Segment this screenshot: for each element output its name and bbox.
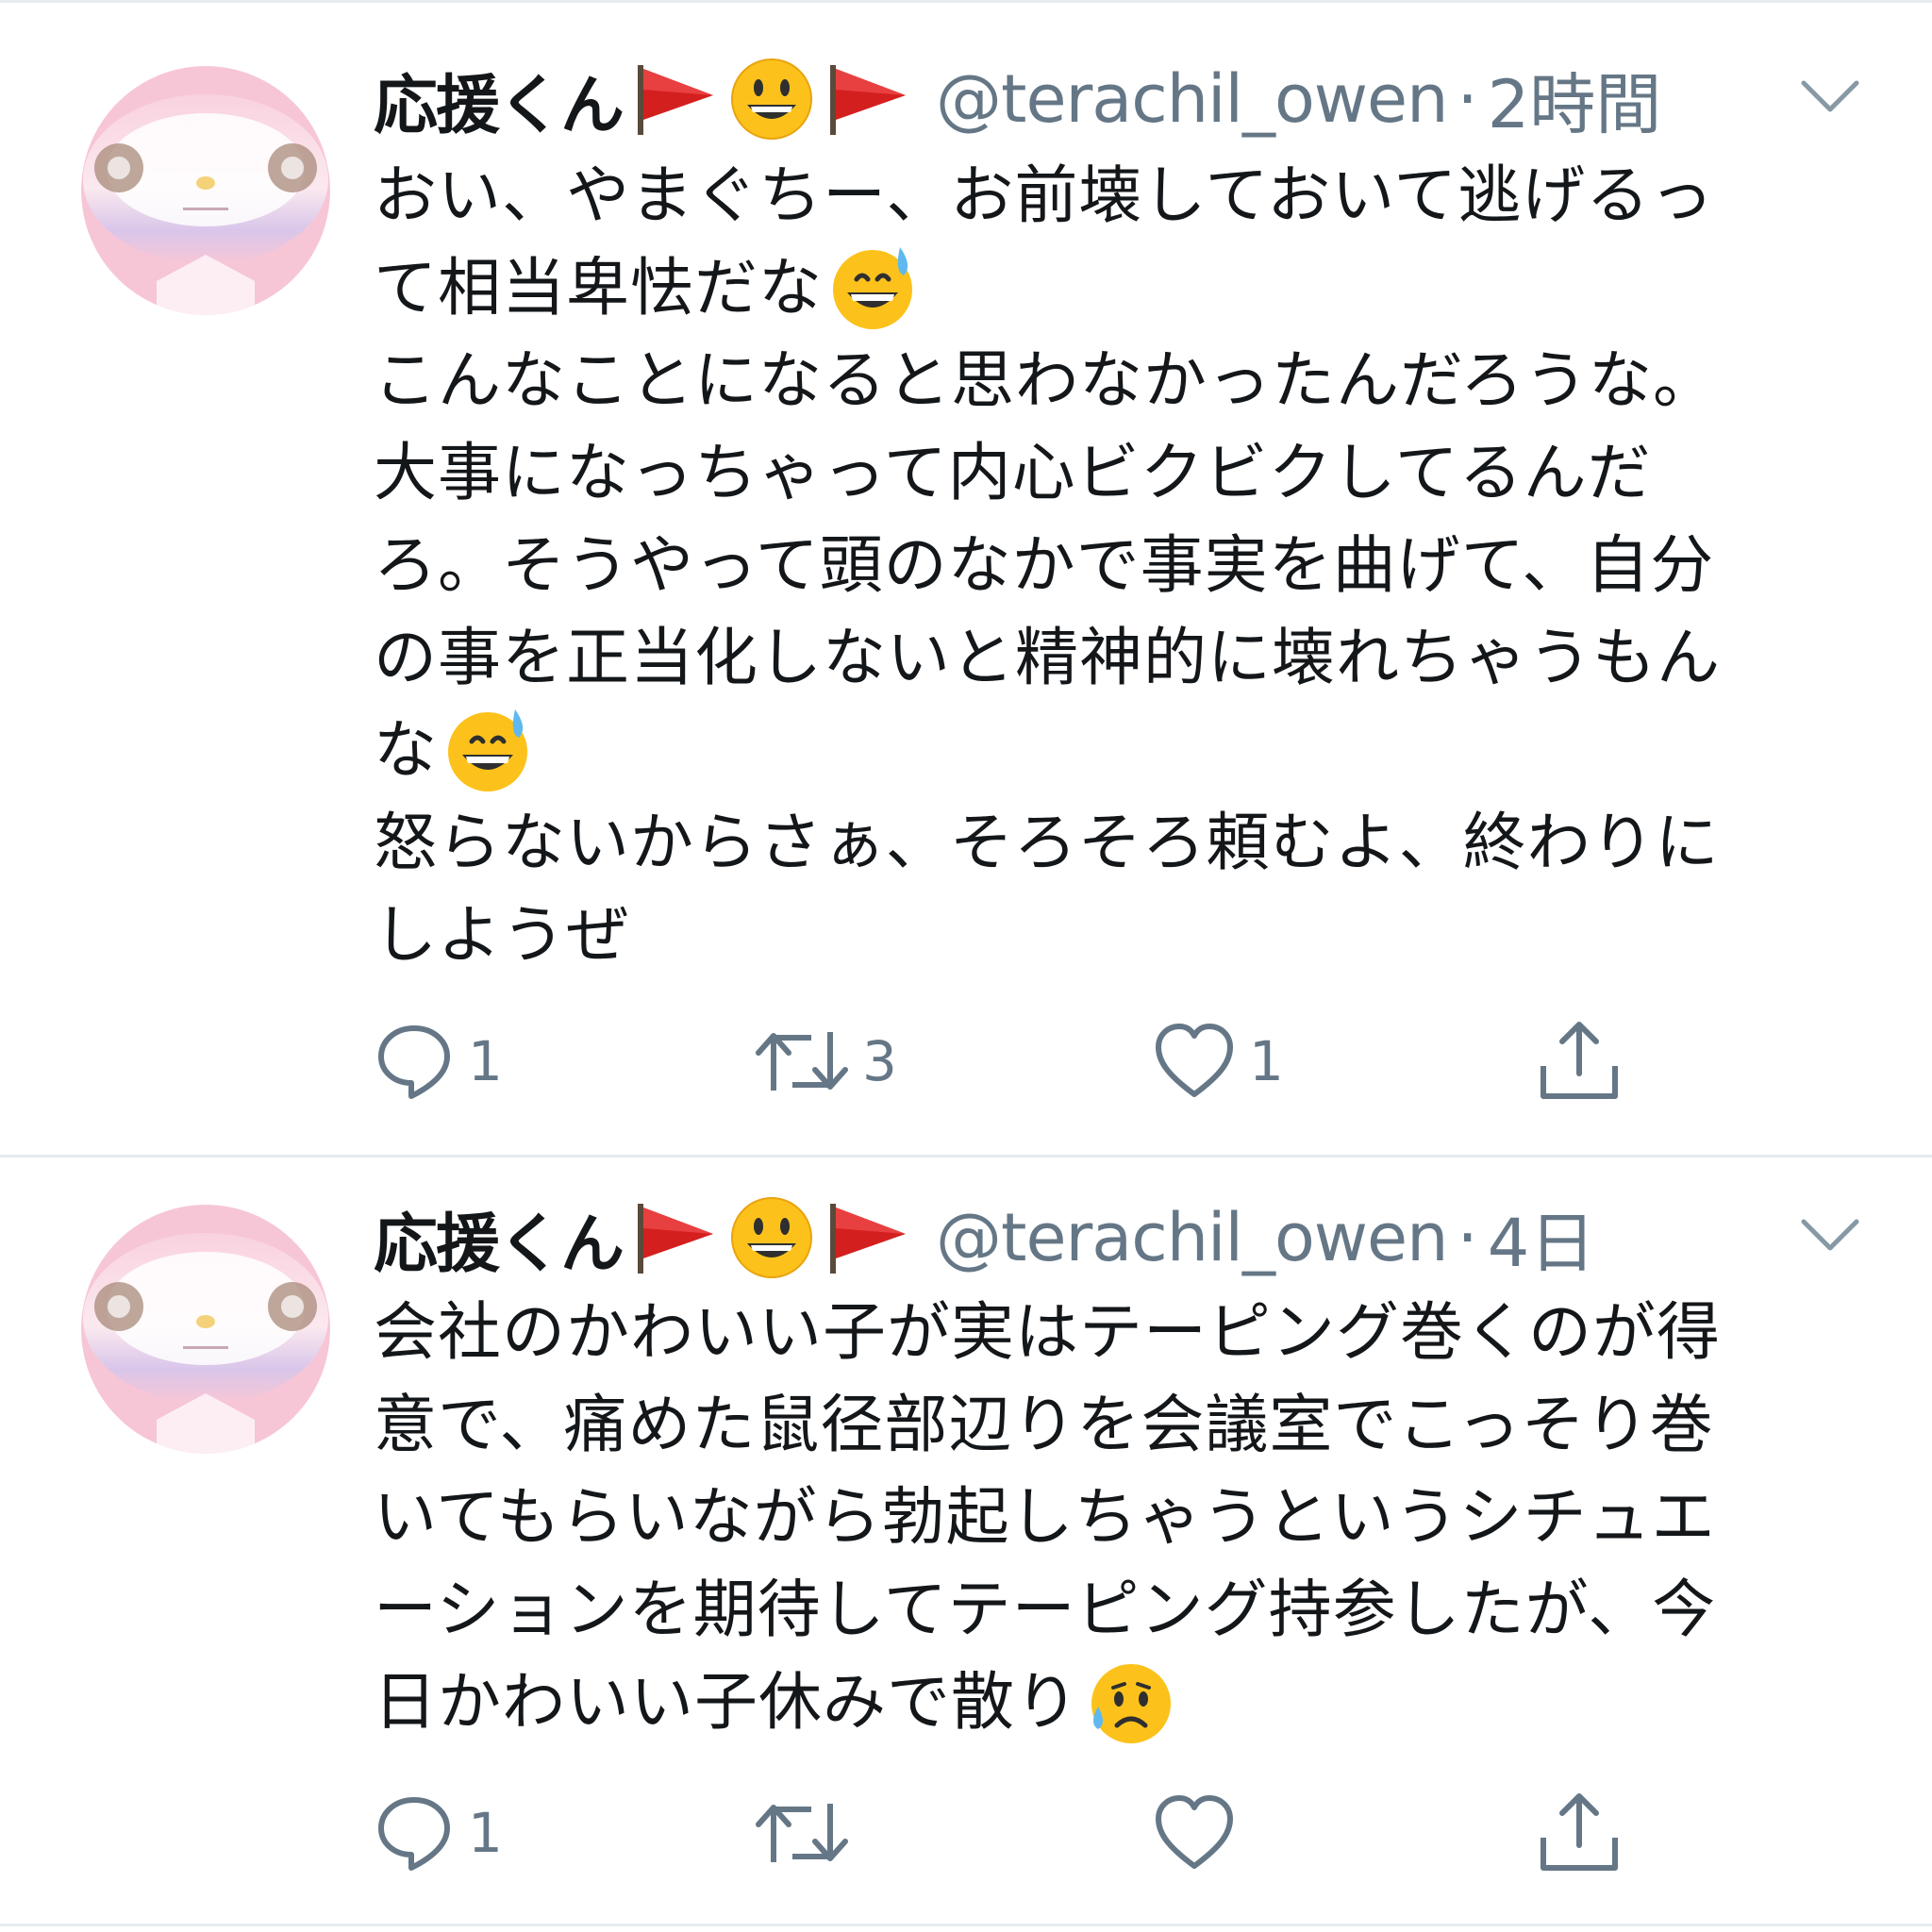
reply-button[interactable]: 1	[374, 1014, 503, 1108]
text-line: 日かわいい子休みで散り	[374, 1656, 1807, 1748]
text-line: 意で、痛めた鼠径部辺りを会議室でこっそり巻	[374, 1388, 1714, 1461]
reply-count: 1	[468, 1029, 503, 1093]
share-icon	[1541, 1793, 1618, 1871]
handle[interactable]: @terachil_owen	[936, 60, 1448, 138]
share-button[interactable]	[1538, 1786, 1621, 1880]
tweet-header: 応援くん	[374, 1186, 1595, 1290]
text-line: こんなことになると思わなかったんだろうな。	[374, 343, 1717, 417]
text-line: な	[374, 704, 1807, 796]
chevron-down-icon[interactable]	[1792, 1208, 1868, 1265]
grinning-face-icon	[728, 56, 815, 142]
like-count: 1	[1249, 1029, 1284, 1093]
tweet-actions: 1 3 1	[374, 1014, 1845, 1108]
avatar[interactable]	[81, 66, 330, 315]
display-name[interactable]: 応援くん	[374, 53, 625, 146]
share-button[interactable]	[1538, 1014, 1621, 1108]
tweet[interactable]: 応援くん	[0, 0, 1932, 1155]
text-segment: 日かわいい子休みで散り	[374, 1665, 1079, 1739]
tweet-header: 応援くん	[374, 47, 1661, 151]
text-segment: な	[374, 713, 438, 787]
heart-icon	[1156, 1795, 1233, 1869]
tweet[interactable]: 応援くん	[0, 1158, 1932, 1927]
text-line: 怒らないからさぁ、そろそろ頼むよ、終わりに	[374, 806, 1720, 879]
grinning-sweat-icon	[443, 706, 532, 794]
text-line: て相当卑怯だな	[374, 242, 1807, 334]
retweet-icon	[756, 1032, 848, 1091]
reply-count: 1	[468, 1801, 503, 1865]
text-line: おい、やまぐちー、お前壊しておいて逃げるっ	[374, 158, 1715, 232]
like-button[interactable]: 1	[1153, 1014, 1284, 1108]
text-line: 会社のかわいい子が実はテーピング巻くのが得	[374, 1295, 1721, 1369]
tweet-text: おい、やまぐちー、お前壊しておいて逃げるっ て相当卑怯だな こんなことになると思…	[374, 149, 1807, 981]
tweet-text: 会社のかわいい子が実はテーピング巻くのが得 意で、痛めた鼠径部辺りを会議室でこっ…	[374, 1286, 1807, 1748]
timeline: 応援くん @terachil_owen · 2時間 おい、やまぐちー、お前壊して…	[0, 0, 1932, 1932]
red-flag-icon	[632, 61, 719, 137]
tweet-actions: 1	[374, 1786, 1845, 1880]
share-icon	[1541, 1022, 1618, 1099]
retweet-button[interactable]: 3	[755, 1014, 897, 1108]
text-line: の事を正当化しないと精神的に壊れちゃうもん	[374, 621, 1721, 694]
text-line: しようぜ	[374, 898, 630, 972]
reply-icon	[378, 1025, 450, 1099]
text-line: ーションを期待してテーピング持参したが、今	[374, 1573, 1717, 1646]
retweet-icon	[756, 1804, 848, 1862]
sad-sweat-icon	[1085, 1657, 1174, 1746]
avatar[interactable]	[81, 1205, 330, 1454]
text-line: ろ。そうやって頭のなかで事実を曲げて、自分	[374, 528, 1715, 602]
text-line: いてもらいながら勃起しちゃうというシチュエ	[374, 1480, 1716, 1554]
grinning-face-icon	[728, 1194, 815, 1281]
retweet-count: 3	[862, 1029, 897, 1093]
grinning-sweat-icon	[828, 243, 917, 332]
reply-icon	[378, 1797, 450, 1871]
handle[interactable]: @terachil_owen	[936, 1199, 1448, 1276]
red-flag-icon	[824, 1200, 911, 1275]
timestamp[interactable]: 2時間	[1488, 52, 1662, 147]
red-flag-icon	[632, 1200, 719, 1275]
heart-icon	[1156, 1024, 1233, 1097]
timestamp[interactable]: 4日	[1488, 1191, 1596, 1286]
chevron-down-icon[interactable]	[1792, 70, 1868, 126]
separator-dot: ·	[1457, 60, 1478, 138]
text-segment: て相当卑怯だな	[374, 251, 823, 325]
bottom-divider	[0, 1924, 1932, 1926]
display-name[interactable]: 応援くん	[374, 1191, 625, 1285]
text-line: 大事になっちゃって内心ビクビクしてるんだ	[374, 436, 1652, 509]
reply-button[interactable]: 1	[374, 1786, 503, 1880]
separator-dot: ·	[1457, 1199, 1478, 1276]
retweet-button[interactable]	[755, 1786, 862, 1880]
like-button[interactable]	[1153, 1786, 1249, 1880]
red-flag-icon	[824, 61, 911, 137]
